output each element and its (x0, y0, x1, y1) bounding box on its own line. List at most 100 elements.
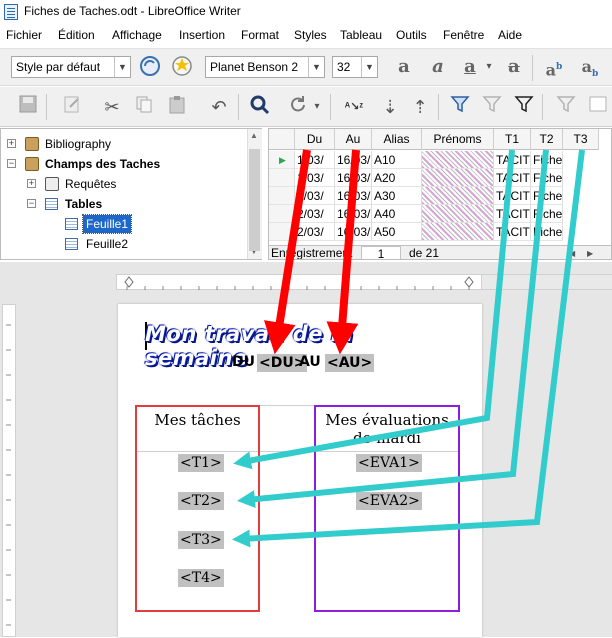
bold-icon[interactable]: a (390, 54, 418, 80)
redacted-cell[interactable] (422, 223, 494, 241)
menu-insertion[interactable]: Insertion (179, 28, 225, 42)
menu-format[interactable]: Format (241, 28, 279, 42)
table-cell[interactable]: 1/03/ (295, 169, 335, 187)
table-cell[interactable]: Fiche (531, 169, 563, 187)
sort-az-icon[interactable]: ᴬ↘ᶻ (340, 94, 368, 120)
table-cell[interactable]: A40 (372, 205, 422, 223)
autofilter-icon[interactable] (446, 94, 474, 120)
table-cell[interactable]: A10 (372, 151, 422, 169)
redacted-cell[interactable] (422, 169, 494, 187)
expand-plus-icon[interactable]: + (7, 139, 16, 148)
save-icon[interactable] (14, 94, 42, 120)
table-cell[interactable]: TACIT (494, 169, 531, 187)
paragraph-style-select[interactable]: Style par défaut ▼ (11, 56, 131, 78)
column-header-t3[interactable]: T3 (563, 129, 599, 150)
scroll-left-icon[interactable]: ◀ (569, 246, 575, 259)
scroll-up-icon[interactable]: ▲ (250, 131, 258, 140)
table-cell[interactable]: 16/03/ (335, 169, 372, 187)
menu-aide[interactable]: Aide (498, 28, 522, 42)
sort-descending-icon[interactable]: ⇡ (406, 94, 434, 120)
table-cell[interactable]: TACIT (494, 205, 531, 223)
navigator-item-champs-des-taches[interactable]: − Champs des Taches (7, 155, 247, 173)
row-handle[interactable] (269, 205, 295, 223)
table-cell[interactable]: TACIT (494, 151, 531, 169)
menu-fichier[interactable]: Fichier (6, 28, 42, 42)
subscript-icon[interactable]: ab (576, 54, 604, 80)
table-cell[interactable]: Fiche (531, 151, 563, 169)
vertical-ruler[interactable] (2, 304, 16, 637)
data-to-text-icon[interactable] (584, 94, 612, 120)
grid-corner[interactable] (269, 129, 295, 150)
data-source-navigator[interactable]: + Bibliography − Champs des Taches + Req… (0, 128, 262, 260)
update-style-icon[interactable] (136, 54, 164, 80)
menu-styles[interactable]: Styles (294, 28, 327, 42)
chevron-down-icon[interactable]: ▼ (361, 57, 377, 77)
chevron-down-icon[interactable]: ▼ (308, 57, 324, 77)
redacted-cell[interactable] (422, 187, 494, 205)
table-cell[interactable]: 2/03/ (295, 187, 335, 205)
record-number-input[interactable]: 1 (361, 246, 401, 259)
table-cell[interactable]: TACIT (494, 187, 531, 205)
table-cell[interactable]: 2/03/ (295, 223, 335, 241)
menu-edition[interactable]: Édition (58, 28, 95, 42)
horizontal-ruler[interactable] (116, 274, 482, 290)
chevron-down-icon[interactable]: ▼ (114, 57, 130, 77)
column-header-du[interactable]: Du (295, 129, 335, 150)
table-cell[interactable]: A20 (372, 169, 422, 187)
superscript-icon[interactable]: ab (540, 54, 568, 80)
data-grid[interactable]: Du Au Alias Prénoms T1 T2 T3 ▶ 1/03/ 16/… (268, 128, 612, 260)
remove-filter-icon[interactable] (552, 94, 580, 120)
table-cell[interactable]: Fiche (531, 223, 563, 241)
navigator-item-bibliography[interactable]: + Bibliography (7, 135, 247, 153)
column-header-au[interactable]: Au (335, 129, 372, 150)
collapse-minus-icon[interactable]: − (27, 199, 36, 208)
table-cell[interactable]: A30 (372, 187, 422, 205)
chevron-down-icon[interactable]: ▾ (482, 54, 496, 80)
underline-icon[interactable]: a (456, 54, 484, 80)
table-cell[interactable]: Fiche (531, 187, 563, 205)
paste-icon[interactable] (163, 94, 191, 120)
chevron-down-icon[interactable]: ▾ (310, 94, 324, 120)
table-cell[interactable]: A50 (372, 223, 422, 241)
menu-outils[interactable]: Outils (396, 28, 427, 42)
standard-filter-icon[interactable] (478, 94, 506, 120)
row-handle[interactable] (269, 169, 295, 187)
menu-tableau[interactable]: Tableau (340, 28, 382, 42)
current-row-marker-icon[interactable]: ▶ (269, 151, 295, 169)
find-icon[interactable] (246, 94, 274, 120)
row-handle[interactable] (269, 223, 295, 241)
table-cell[interactable]: 16/03/ (335, 223, 372, 241)
column-header-t1[interactable]: T1 (494, 129, 531, 150)
table-cell[interactable]: 16/03/ (335, 205, 372, 223)
au-merge-field[interactable]: <AU> (325, 354, 375, 372)
font-name-select[interactable]: Planet Benson 2 ▼ (205, 56, 325, 78)
strikethrough-icon[interactable]: a (500, 54, 528, 80)
italic-icon[interactable]: a (424, 54, 452, 80)
table-cell[interactable]: TACIT (494, 223, 531, 241)
undo-icon[interactable]: ↶ (205, 94, 233, 120)
expand-plus-icon[interactable]: + (27, 179, 36, 188)
redacted-cell[interactable] (422, 151, 494, 169)
row-handle[interactable] (269, 187, 295, 205)
table-cell[interactable]: 2/03/ (295, 205, 335, 223)
collapse-minus-icon[interactable]: − (7, 159, 16, 168)
copy-icon[interactable] (130, 94, 158, 120)
table-cell[interactable]: 16/03/ (335, 187, 372, 205)
edit-icon[interactable] (58, 94, 86, 120)
menu-affichage[interactable]: Affichage (112, 28, 162, 42)
navigator-item-feuille1[interactable]: Feuille1 (61, 214, 247, 234)
column-header-prenoms[interactable]: Prénoms (422, 129, 494, 150)
scroll-thumb[interactable] (249, 149, 260, 251)
cut-icon[interactable]: ✂ (98, 94, 126, 120)
navigator-item-tables[interactable]: − Tables (27, 195, 247, 213)
new-style-icon[interactable] (168, 54, 196, 80)
table-cell[interactable]: 1/03/ (295, 151, 335, 169)
redacted-cell[interactable] (422, 205, 494, 223)
filter-icon[interactable] (510, 94, 538, 120)
refresh-icon[interactable] (284, 94, 312, 120)
navigator-item-feuille2[interactable]: Feuille2 (61, 235, 247, 253)
table-cell[interactable]: Fiche (531, 205, 563, 223)
navigator-item-requetes[interactable]: + Requêtes (27, 175, 247, 193)
column-header-alias[interactable]: Alias (372, 129, 422, 150)
column-header-t2[interactable]: T2 (531, 129, 563, 150)
